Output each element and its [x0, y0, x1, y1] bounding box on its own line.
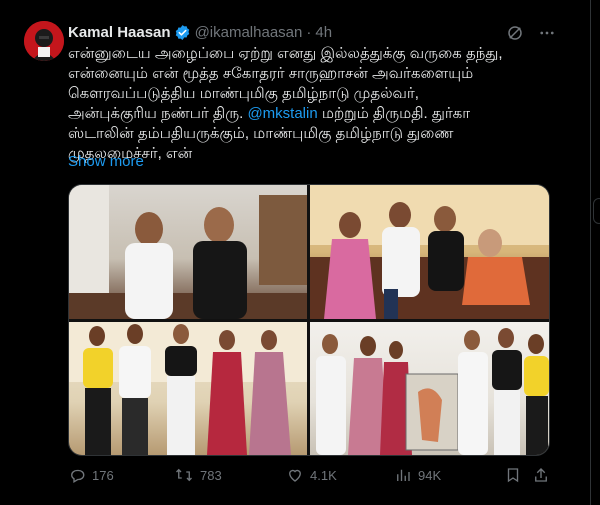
tweet-text-line: என்னையும் என் மூத்த சகோதரர் சாருஹாசன் அவ…	[68, 65, 474, 82]
avatar[interactable]	[24, 21, 64, 61]
tweet-text-line: ஸ்டாலின் தம்பதியருக்கும், மாண்புமிகு தமி…	[68, 125, 454, 142]
mention-link[interactable]: @mkstalin	[247, 105, 317, 122]
author-handle[interactable]: @ikamalhaasan	[195, 24, 303, 41]
tweet-actions: 176 783 4.1K 94K	[68, 466, 548, 486]
separator-dot: ·	[306, 23, 312, 41]
tweet-text-part: அன்புக்குரிய நண்பர் திரு.	[68, 105, 248, 122]
tweet-text-part: மற்றும் திருமதி. துர்கா	[317, 105, 471, 122]
retweet-icon	[174, 466, 194, 484]
photo-2[interactable]	[310, 185, 549, 319]
verified-badge-icon	[174, 24, 191, 41]
right-rail	[591, 0, 600, 505]
tweet-text: என்னுடைய அழைப்பை ஏற்று எனது இல்லத்துக்கு…	[68, 44, 568, 164]
views-button[interactable]: 94K	[394, 466, 441, 484]
grok-icon[interactable]	[506, 24, 524, 42]
retweet-count: 783	[200, 467, 222, 483]
photo-4[interactable]	[310, 322, 549, 455]
scroll-indicator[interactable]	[593, 198, 600, 224]
retweet-button[interactable]: 783	[174, 466, 222, 484]
reply-icon	[68, 466, 86, 484]
like-count: 4.1K	[310, 467, 337, 483]
like-button[interactable]: 4.1K	[286, 466, 337, 484]
author-name[interactable]: Kamal Haasan	[68, 24, 171, 41]
more-icon[interactable]	[538, 24, 556, 42]
views-icon	[394, 466, 412, 484]
tweet-text-line: அன்புக்குரிய நண்பர் திரு. @mkstalin மற்ற…	[68, 104, 568, 124]
tweet-time[interactable]: 4h	[315, 24, 332, 41]
tweet-header: Kamal Haasan @ikamalhaasan · 4h	[68, 22, 332, 42]
tweet-text-line: கெளரவப்படுத்திய மாண்புமிகு தமிழ்நாடு முத…	[68, 85, 419, 102]
photo-1[interactable]	[69, 185, 307, 319]
show-more-link[interactable]: Show more	[68, 153, 144, 170]
share-icon	[532, 466, 550, 484]
bookmark-icon	[504, 466, 522, 484]
reply-count: 176	[92, 467, 114, 483]
media-grid	[68, 184, 550, 456]
views-count: 94K	[418, 467, 442, 483]
tweet-top-actions	[506, 24, 556, 42]
reply-button[interactable]: 176	[68, 466, 114, 484]
bookmark-button[interactable]	[504, 466, 522, 484]
share-button[interactable]	[532, 466, 550, 484]
like-icon	[286, 466, 304, 484]
tweet-text-line: என்னுடைய அழைப்பை ஏற்று எனது இல்லத்துக்கு…	[68, 45, 503, 62]
photo-3[interactable]	[69, 322, 307, 455]
